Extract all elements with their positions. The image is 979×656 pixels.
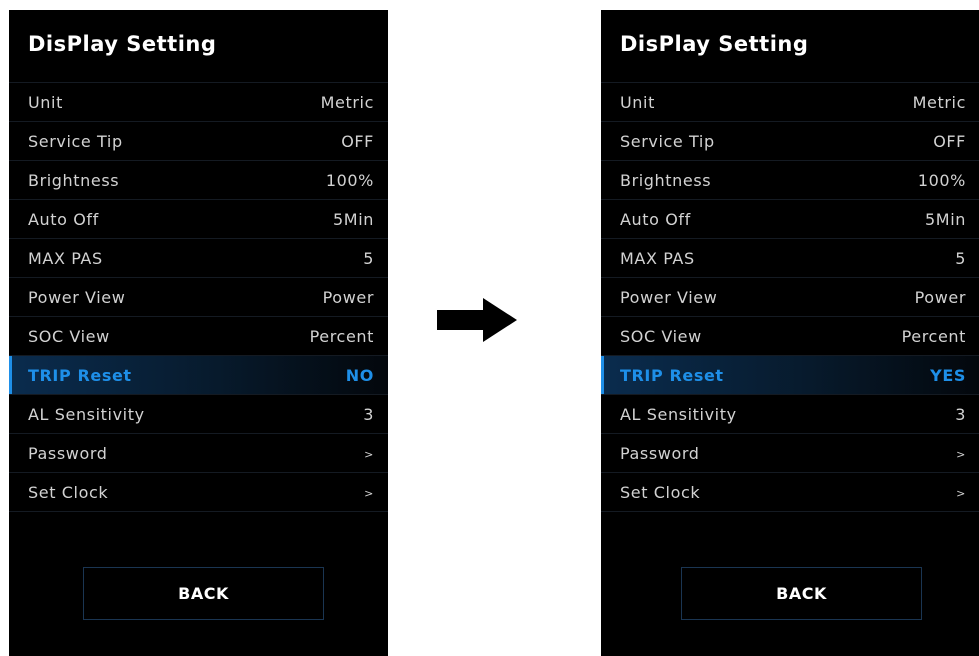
setting-row-set-clock[interactable]: Set Clock > bbox=[601, 473, 979, 512]
setting-label: AL Sensitivity bbox=[620, 405, 737, 424]
right-arrow-icon bbox=[437, 298, 517, 342]
setting-row-al-sensitivity[interactable]: AL Sensitivity 3 bbox=[9, 395, 388, 434]
setting-value: NO bbox=[345, 366, 374, 385]
display-setting-screen-before: DisPlay Setting Unit Metric Service Tip … bbox=[9, 10, 388, 656]
display-setting-screen-after: DisPlay Setting Unit Metric Service Tip … bbox=[601, 10, 979, 656]
chevron-right-icon: > bbox=[956, 487, 966, 500]
setting-label: AL Sensitivity bbox=[28, 405, 145, 424]
setting-value: 3 bbox=[363, 405, 374, 424]
setting-row-max-pas[interactable]: MAX PAS 5 bbox=[601, 239, 979, 278]
setting-row-al-sensitivity[interactable]: AL Sensitivity 3 bbox=[601, 395, 979, 434]
setting-label: Auto Off bbox=[28, 210, 99, 229]
setting-label: MAX PAS bbox=[28, 249, 103, 268]
setting-label: SOC View bbox=[28, 327, 110, 346]
setting-label: Set Clock bbox=[620, 483, 701, 502]
setting-value: 100% bbox=[325, 171, 374, 190]
setting-value: 5Min bbox=[925, 210, 966, 229]
chevron-right-icon: > bbox=[364, 487, 374, 500]
settings-list: Unit Metric Service Tip OFF Brightness 1… bbox=[601, 83, 979, 512]
page-title: DisPlay Setting bbox=[28, 32, 217, 56]
page-title: DisPlay Setting bbox=[620, 32, 809, 56]
setting-label: Set Clock bbox=[28, 483, 109, 502]
setting-value: 5 bbox=[955, 249, 966, 268]
setting-row-unit[interactable]: Unit Metric bbox=[9, 83, 388, 122]
setting-value: 100% bbox=[917, 171, 966, 190]
setting-value: YES bbox=[930, 366, 966, 385]
setting-label: Power View bbox=[28, 288, 126, 307]
setting-value: Power bbox=[322, 288, 374, 307]
setting-row-soc-view[interactable]: SOC View Percent bbox=[9, 317, 388, 356]
setting-label: MAX PAS bbox=[620, 249, 695, 268]
setting-label: Brightness bbox=[28, 171, 120, 190]
setting-row-password[interactable]: Password > bbox=[601, 434, 979, 473]
setting-label: TRIP Reset bbox=[28, 366, 132, 385]
setting-label: Password bbox=[620, 444, 700, 463]
setting-value: OFF bbox=[933, 132, 966, 151]
setting-value: 3 bbox=[955, 405, 966, 424]
setting-value: Metric bbox=[320, 93, 374, 112]
setting-row-trip-reset[interactable]: TRIP Reset YES bbox=[601, 356, 979, 395]
setting-value: Metric bbox=[912, 93, 966, 112]
chevron-right-icon: > bbox=[956, 448, 966, 461]
setting-row-soc-view[interactable]: SOC View Percent bbox=[601, 317, 979, 356]
setting-row-power-view[interactable]: Power View Power bbox=[601, 278, 979, 317]
setting-value: Percent bbox=[309, 327, 374, 346]
setting-label: Service Tip bbox=[620, 132, 715, 151]
setting-label: TRIP Reset bbox=[620, 366, 724, 385]
setting-value: 5 bbox=[363, 249, 374, 268]
setting-label: Unit bbox=[620, 93, 655, 112]
setting-value: OFF bbox=[341, 132, 374, 151]
setting-value: Power bbox=[914, 288, 966, 307]
setting-label: Auto Off bbox=[620, 210, 691, 229]
setting-label: Service Tip bbox=[28, 132, 123, 151]
settings-list: Unit Metric Service Tip OFF Brightness 1… bbox=[9, 83, 388, 512]
setting-row-service-tip[interactable]: Service Tip OFF bbox=[601, 122, 979, 161]
back-button[interactable]: BACK bbox=[83, 567, 324, 620]
setting-label: SOC View bbox=[620, 327, 702, 346]
chevron-right-icon: > bbox=[364, 448, 374, 461]
setting-value: Percent bbox=[901, 327, 966, 346]
setting-label: Brightness bbox=[620, 171, 712, 190]
back-button[interactable]: BACK bbox=[681, 567, 922, 620]
setting-label: Unit bbox=[28, 93, 63, 112]
setting-label: Power View bbox=[620, 288, 718, 307]
setting-row-service-tip[interactable]: Service Tip OFF bbox=[9, 122, 388, 161]
setting-row-auto-off[interactable]: Auto Off 5Min bbox=[601, 200, 979, 239]
setting-row-auto-off[interactable]: Auto Off 5Min bbox=[9, 200, 388, 239]
setting-row-max-pas[interactable]: MAX PAS 5 bbox=[9, 239, 388, 278]
setting-value: 5Min bbox=[333, 210, 374, 229]
setting-row-trip-reset[interactable]: TRIP Reset NO bbox=[9, 356, 388, 395]
setting-row-brightness[interactable]: Brightness 100% bbox=[9, 161, 388, 200]
setting-row-unit[interactable]: Unit Metric bbox=[601, 83, 979, 122]
setting-row-set-clock[interactable]: Set Clock > bbox=[9, 473, 388, 512]
setting-label: Password bbox=[28, 444, 108, 463]
setting-row-power-view[interactable]: Power View Power bbox=[9, 278, 388, 317]
setting-row-password[interactable]: Password > bbox=[9, 434, 388, 473]
setting-row-brightness[interactable]: Brightness 100% bbox=[601, 161, 979, 200]
